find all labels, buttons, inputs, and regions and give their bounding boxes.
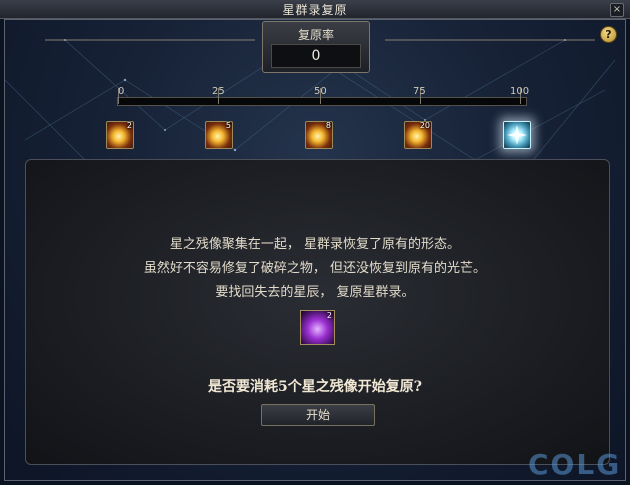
restore-rate-label: 复原率 — [297, 28, 334, 42]
progress-tick-label: 0 — [118, 86, 125, 97]
item-count: 2 — [326, 311, 332, 320]
reward-count: 5 — [225, 121, 231, 130]
restore-rate-value: 0 — [271, 44, 361, 68]
milestone-reward-100[interactable] — [503, 121, 531, 149]
message-line-1: 星之残像聚集在一起， 星群录恢复了原有的形态。 — [169, 237, 461, 252]
progress-tick-label: 75 — [413, 86, 426, 97]
restore-rate-panel: 复原率 0 — [262, 21, 370, 73]
confirm-question: 是否要消耗5个星之残像开始复原? — [208, 379, 422, 395]
window-title: 星群录复原 — [282, 3, 348, 17]
message-line-3: 要找回失去的星辰， 复原星群录。 — [215, 285, 415, 300]
milestone-reward-75[interactable]: 8 — [305, 121, 333, 149]
reward-count: 2 — [126, 121, 132, 130]
progress-tick-label: 50 — [314, 86, 327, 97]
milestone-reward-25[interactable]: 2 — [106, 121, 134, 149]
progress-tick-label: 25 — [212, 86, 225, 97]
progress-tick-label: 100 — [510, 86, 530, 97]
start-button[interactable]: 开始 — [261, 404, 375, 426]
restore-progress-bar — [117, 97, 527, 106]
constellation-reward-icon — [507, 125, 527, 145]
close-button[interactable]: × — [610, 3, 624, 17]
reward-count: 20 — [419, 121, 430, 130]
watermark-logo: COLG — [528, 448, 622, 481]
milestone-reward-50[interactable]: 5 — [205, 121, 233, 149]
reward-count: 8 — [325, 121, 331, 130]
help-icon[interactable]: ? — [600, 26, 617, 43]
milestone-reward-90[interactable]: 20 — [404, 121, 432, 149]
title-bar: 星群录复原 × — [0, 0, 630, 19]
message-line-2: 虽然好不容易修复了破碎之物， 但还没恢复到原有的光芒。 — [143, 261, 487, 276]
star-afterimage-item-icon[interactable]: 2 — [300, 310, 335, 345]
